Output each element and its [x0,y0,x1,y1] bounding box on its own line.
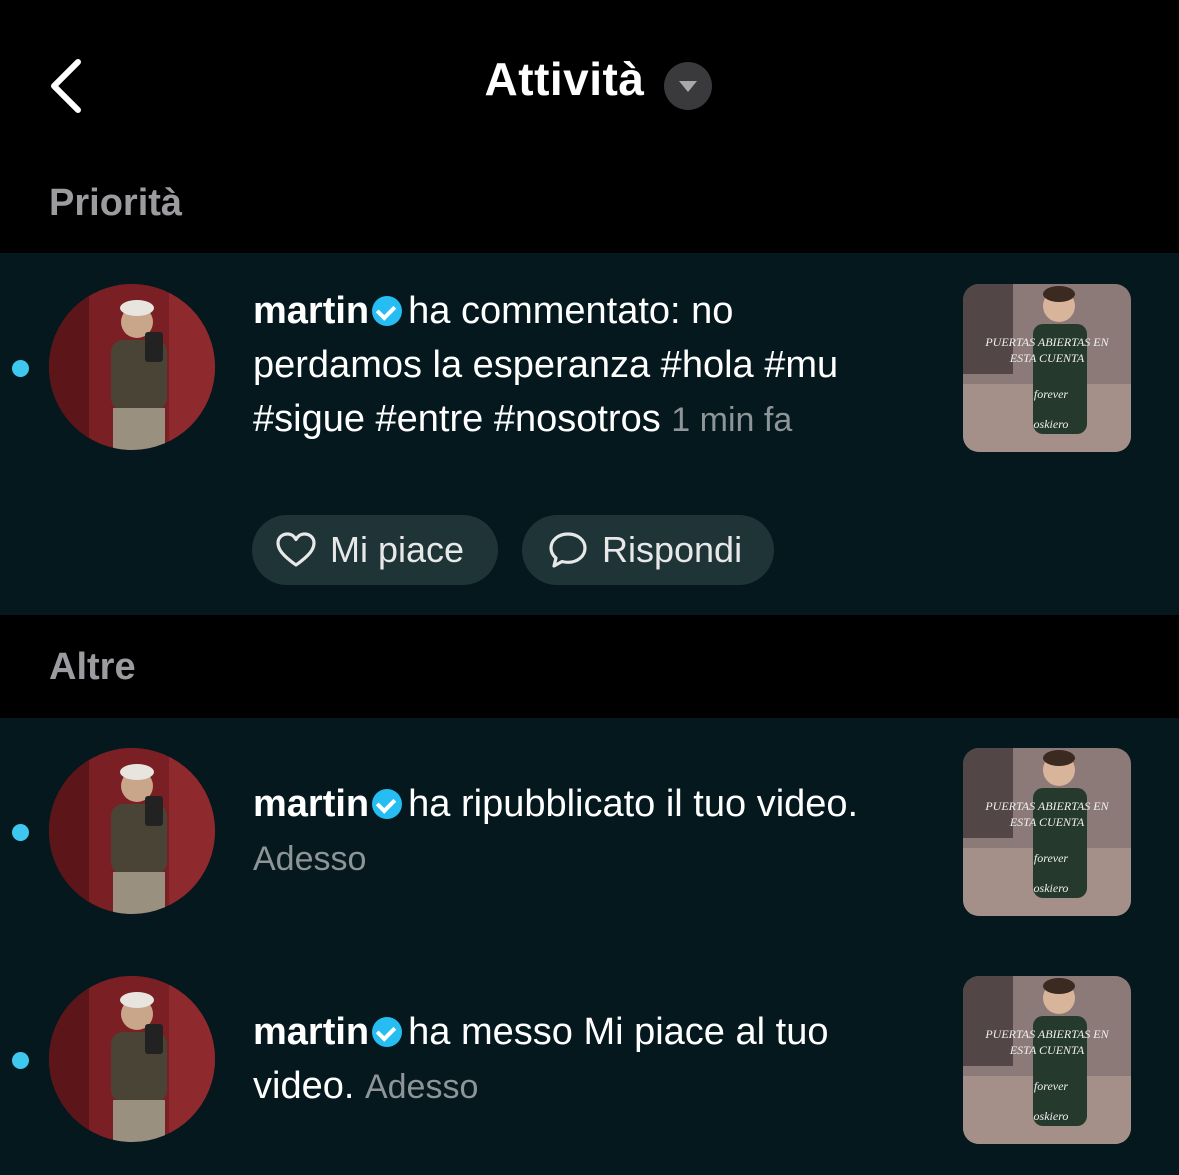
avatar[interactable] [49,748,215,914]
reply-button[interactable]: Rispondi [522,515,774,585]
avatar[interactable] [49,284,215,450]
verified-badge-icon [372,789,403,819]
caret-down-icon[interactable] [664,62,712,110]
priority-panel: martin ha commentato: no perdamos la espe… [0,253,1179,615]
timestamp: 1 min fa [671,401,793,439]
thumbnail-text-3: forever [1034,1079,1069,1093]
notification-text: martin ha messo Mi piace al tuo video. Ad… [253,1005,893,1114]
others-panel: martin ha ripubblicato il tuo video. Ades… [0,718,1179,1175]
notification-text: martin ha commentato: no perdamos la espe… [253,284,893,447]
page-title[interactable]: Attività [485,53,645,105]
verified-badge-icon [372,1017,403,1047]
thumbnail-text-1: PUERTAS ABIERTAS EN [984,799,1109,813]
notification-row[interactable]: martin ha commentato: no perdamos la espe… [0,253,1179,615]
thumbnail-text-4: oskiero [1034,1109,1069,1123]
timestamp: Adesso [364,1068,479,1106]
thumbnail-text-3: forever [1034,851,1069,865]
thumbnail-text-4: oskiero [1034,417,1069,431]
unread-dot [12,360,29,377]
video-thumbnail[interactable]: PUERTAS ABIERTAS EN ESTA CUENTA forever … [963,284,1131,452]
thumbnail-text-2: ESTA CUENTA [1009,815,1085,829]
thumbnail-text-2: ESTA CUENTA [1009,351,1085,365]
username[interactable]: martin [253,1011,369,1053]
unread-dot [12,824,29,841]
username[interactable]: martin [253,290,369,332]
thumbnail-text-3: forever [1034,387,1069,401]
thumbnail-text-1: PUERTAS ABIERTAS EN [984,1027,1109,1041]
thumbnail-text-1: PUERTAS ABIERTAS EN [984,335,1109,349]
notification-row[interactable]: martin ha ripubblicato il tuo video. Ades… [0,718,1179,946]
thumbnail-text-4: oskiero [1034,881,1069,895]
video-thumbnail[interactable]: PUERTAS ABIERTAS EN ESTA CUENTA forever … [963,976,1131,1144]
section-label-priority: Priorità [49,182,183,224]
thumbnail-text-2: ESTA CUENTA [1009,1043,1085,1057]
section-label-others: Altre [49,646,136,688]
reply-label: Rispondi [602,529,743,570]
like-button[interactable]: Mi piace [252,515,498,585]
heart-icon [276,532,316,567]
like-label: Mi piace [330,529,465,570]
username[interactable]: martin [253,783,369,825]
header: Attività [0,0,1179,170]
notification-text: martin ha ripubblicato il tuo video. Ades… [253,777,893,886]
avatar[interactable] [49,976,215,1142]
timestamp: Adesso [253,840,367,878]
unread-dot [12,1052,29,1069]
verified-badge-icon [372,296,403,326]
notification-action: ha ripubblicato il tuo video. [408,783,859,825]
video-thumbnail[interactable]: PUERTAS ABIERTAS EN ESTA CUENTA forever … [963,748,1131,916]
speech-bubble-icon [549,532,587,568]
notification-row[interactable]: martin ha messo Mi piace al tuo video. Ad… [0,946,1179,1175]
